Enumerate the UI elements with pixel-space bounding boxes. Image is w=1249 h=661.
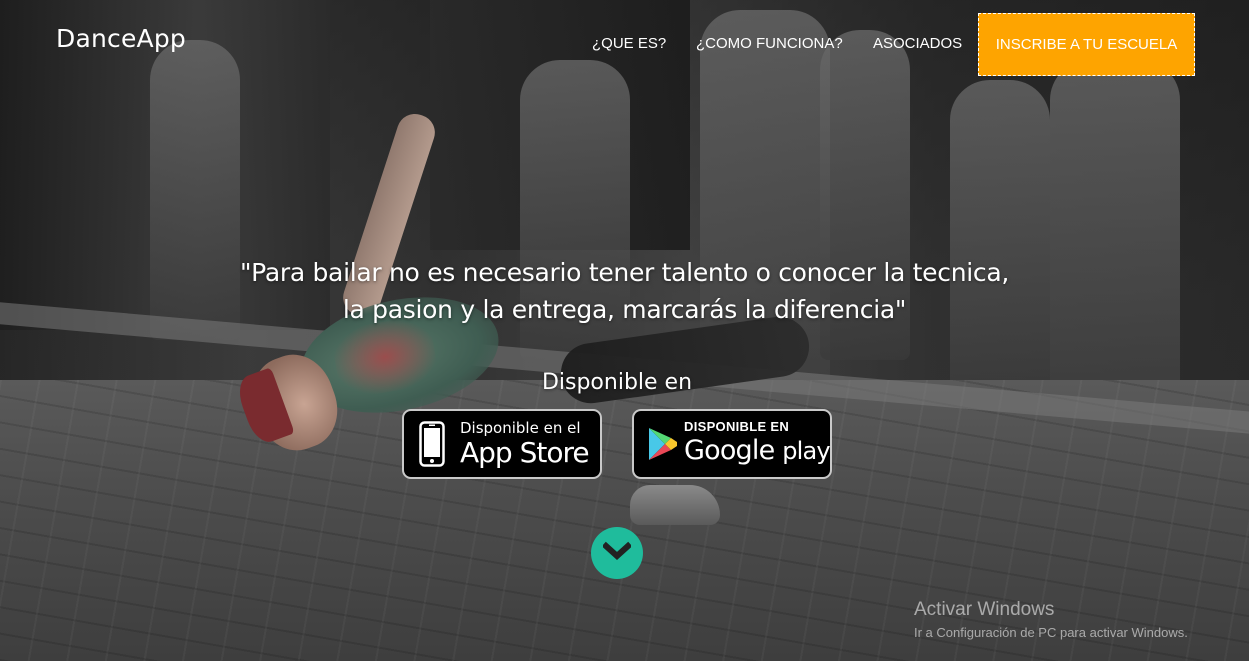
- hero-quote-line-2: la pasion y la entrega, marcarás la dife…: [342, 295, 907, 324]
- nav-link-asociados[interactable]: ASOCIADOS: [873, 35, 962, 52]
- google-play-google-word: Google: [684, 435, 775, 466]
- google-play-text: DISPONIBLE EN Google play: [684, 419, 831, 466]
- app-store-text: Disponible en el App Store: [460, 419, 590, 469]
- windows-activation-watermark: Activar Windows Ir a Configuración de PC…: [914, 599, 1188, 640]
- background-person: [950, 80, 1050, 410]
- brand-logo[interactable]: DanceApp: [56, 24, 186, 53]
- hero-quote: "Para bailar no es necesario tener talen…: [0, 254, 1249, 328]
- google-play-badge[interactable]: DISPONIBLE EN Google play: [632, 409, 832, 479]
- inscribe-escuela-label: INSCRIBE A TU ESCUELA: [995, 36, 1178, 53]
- google-play-small-text: DISPONIBLE EN: [684, 419, 790, 434]
- navbar: DanceApp ¿QUE ES? ¿COMO FUNCIONA? ASOCIA…: [0, 0, 1249, 90]
- nav-link-que-es[interactable]: ¿QUE ES?: [592, 35, 666, 52]
- app-store-badge[interactable]: Disponible en el App Store: [402, 409, 602, 479]
- inscribe-escuela-button[interactable]: INSCRIBE A TU ESCUELA: [978, 13, 1195, 76]
- watermark-subtitle: Ir a Configuración de PC para activar Wi…: [914, 625, 1188, 640]
- chevron-down-icon: [601, 541, 633, 566]
- google-play-big-text: Google play: [684, 435, 831, 466]
- google-play-icon: [634, 427, 684, 461]
- phone-icon: [404, 421, 460, 467]
- available-label: Disponible en: [541, 370, 693, 395]
- dancer-shoe: [630, 485, 720, 525]
- watermark-title: Activar Windows: [914, 599, 1055, 620]
- scroll-down-button[interactable]: [591, 527, 643, 579]
- app-store-small-text: Disponible en el: [460, 419, 581, 437]
- nav-link-como-funciona[interactable]: ¿COMO FUNCIONA?: [696, 35, 843, 52]
- google-play-play-word: play: [782, 437, 830, 465]
- app-store-big-text: App Store: [460, 436, 590, 469]
- hero-quote-line-1: "Para bailar no es necesario tener talen…: [239, 258, 1010, 287]
